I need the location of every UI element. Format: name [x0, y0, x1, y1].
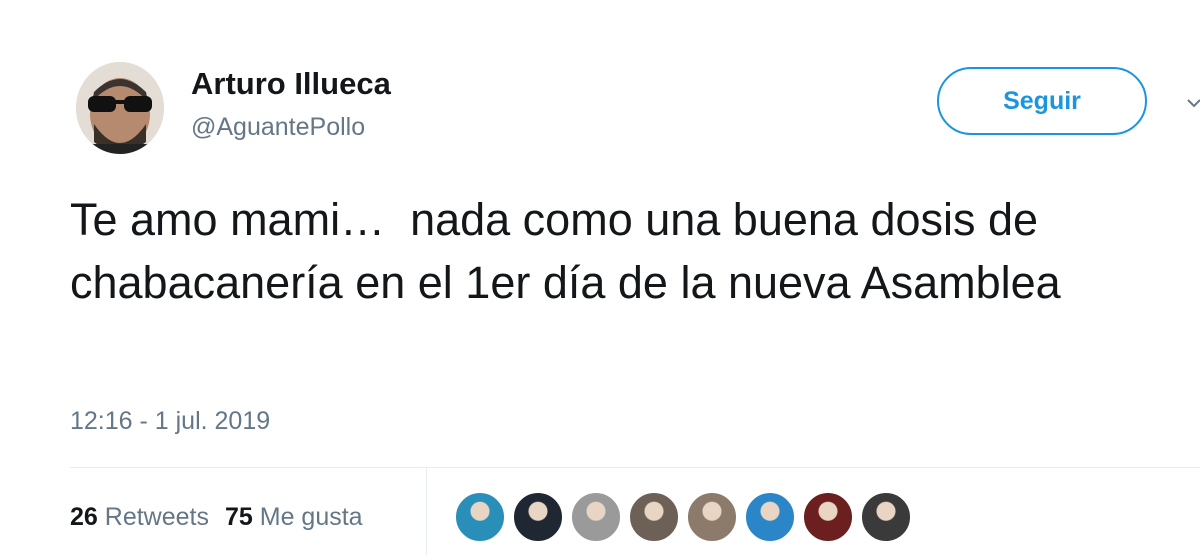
likes-label: Me gusta — [259, 503, 363, 531]
liker-avatar-3[interactable] — [570, 491, 622, 543]
liker-avatar-8[interactable] — [860, 491, 912, 543]
tweet-text: Te amo mami… nada como una buena dosis d… — [70, 194, 1061, 308]
liker-avatar-4[interactable] — [628, 491, 680, 543]
retweets-count: 26 — [70, 503, 98, 531]
tweet-timestamp[interactable]: 12:16 - 1 jul. 2019 — [70, 407, 270, 436]
liker-avatars — [454, 491, 918, 543]
likes-stat[interactable]: 75 Me gusta — [225, 503, 363, 532]
avatar-image — [76, 62, 164, 154]
divider — [70, 467, 1200, 468]
follow-button[interactable]: Seguir — [937, 67, 1147, 135]
author-avatar[interactable] — [76, 62, 164, 154]
tweet-stats: 26 Retweets 75 Me gusta — [70, 503, 379, 532]
liker-avatar-2[interactable] — [512, 491, 564, 543]
liker-avatar-7[interactable] — [802, 491, 854, 543]
author-display-name[interactable]: Arturo Illueca — [191, 66, 391, 102]
liker-avatar-1[interactable] — [454, 491, 506, 543]
chevron-down-icon[interactable] — [1186, 96, 1200, 110]
retweets-stat[interactable]: 26 Retweets — [70, 503, 209, 532]
likes-count: 75 — [224, 503, 253, 531]
retweets-label: Retweets — [104, 503, 209, 531]
liker-avatar-5[interactable] — [686, 491, 738, 543]
stats-divider — [426, 468, 427, 555]
author-handle[interactable]: @AguantePollo — [191, 113, 365, 142]
liker-avatar-6[interactable] — [744, 491, 796, 543]
